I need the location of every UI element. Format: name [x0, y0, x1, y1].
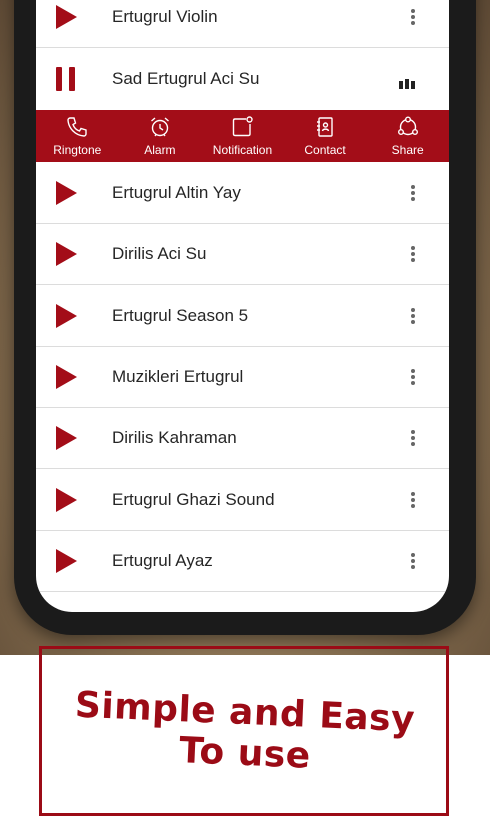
notification-label: Notification — [212, 143, 273, 157]
play-icon[interactable] — [56, 488, 77, 512]
play-icon[interactable] — [56, 426, 77, 450]
list-item[interactable]: Ertugrul Ayaz — [36, 531, 449, 592]
list-item[interactable]: Ertugrul Violin — [36, 0, 449, 48]
equalizer-icon — [399, 79, 417, 89]
play-icon[interactable] — [56, 304, 77, 328]
share-icon — [397, 116, 418, 136]
list-item[interactable]: Dirilis Kahraman — [36, 408, 449, 469]
more-options-icon[interactable] — [411, 553, 415, 569]
share-label: Share — [391, 143, 424, 157]
alarm-clock-icon — [150, 117, 169, 137]
track-title: Muzikleri Ertugrul — [112, 367, 244, 386]
more-options-icon[interactable] — [411, 369, 415, 385]
more-options-icon[interactable] — [411, 492, 415, 508]
play-icon[interactable] — [56, 242, 77, 266]
list-item[interactable]: Ertugrul Season 5 — [36, 286, 449, 347]
ringtone-label: Ringtone — [53, 143, 102, 157]
play-icon[interactable] — [56, 181, 77, 205]
list-item[interactable]: Ertugrul Ghazi Sound — [36, 470, 449, 531]
notification-icon — [233, 116, 254, 137]
list-item[interactable]: Dirilis Aci Su — [36, 224, 449, 285]
contact-label: Contact — [304, 143, 346, 157]
more-options-icon[interactable] — [411, 308, 415, 324]
action-bar: Ringtone Alarm Notification Contact Shar… — [36, 110, 449, 162]
track-title: Ertugrul Violin — [112, 7, 218, 26]
contact-book-icon — [317, 117, 333, 137]
list-item-active[interactable]: Sad Ertugrul Aci Su — [36, 48, 449, 110]
notification-button[interactable]: Notification — [201, 110, 284, 162]
track-title: Ertugrul Season 5 — [112, 306, 249, 325]
track-title: Ertugrul Ghazi Sound — [112, 490, 275, 509]
play-icon[interactable] — [56, 5, 77, 29]
more-options-icon[interactable] — [411, 185, 415, 201]
more-options-icon[interactable] — [411, 246, 415, 262]
track-title: Dirilis Kahraman — [112, 428, 237, 447]
more-options-icon[interactable] — [411, 9, 415, 25]
share-button[interactable]: Share — [366, 110, 449, 162]
play-icon[interactable] — [56, 549, 77, 573]
list-item[interactable]: Muzikleri Ertugrul — [36, 347, 449, 408]
alarm-label: Alarm — [144, 143, 176, 157]
track-title: Ertugrul Altin Yay — [112, 183, 241, 202]
list-item[interactable]: Ertugrul Altin Yay — [36, 163, 449, 224]
alarm-button[interactable]: Alarm — [119, 110, 202, 162]
track-title: Sad Ertugrul Aci Su — [112, 69, 260, 88]
ringtone-button[interactable]: Ringtone — [36, 110, 119, 162]
track-title: Ertugrul Ayaz — [112, 551, 213, 570]
phone-icon — [67, 117, 87, 137]
contact-button[interactable]: Contact — [284, 110, 367, 162]
track-title: Dirilis Aci Su — [112, 244, 207, 263]
app-screen: Ertugrul Violin Sad Ertugrul Aci Su Ring… — [36, 0, 449, 612]
more-options-icon[interactable] — [411, 430, 415, 446]
play-icon[interactable] — [56, 365, 77, 389]
pause-icon[interactable] — [56, 67, 76, 91]
